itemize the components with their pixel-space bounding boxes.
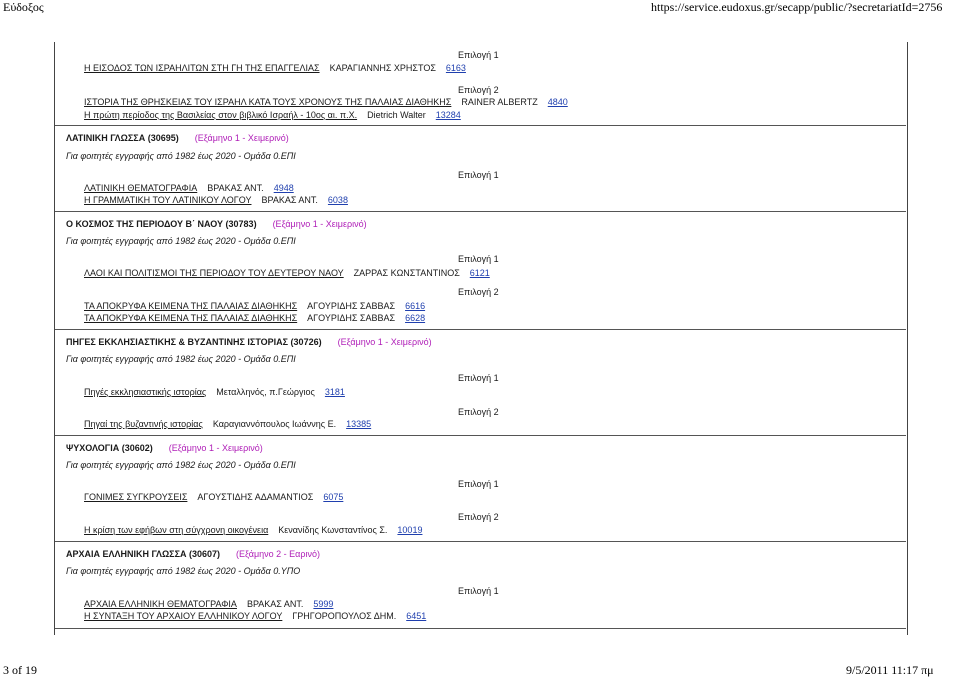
book-code-link[interactable]: 13385 (346, 419, 371, 429)
book-entry: Η ΓΡΑΜΜΑΤΙΚΗ ΤΟΥ ΛΑΤΙΝΙΚΟΥ ΛΟΓΟΥ ΒΡΑΚΑΣ Α… (84, 195, 348, 206)
book-entry: Πηγές εκκλησιαστικής ιστορίας Μεταλληνός,… (84, 387, 345, 398)
book-entry: ΛΑΟΙ ΚΑΙ ΠΟΛΙΤΙΣΜΟΙ ΤΗΣ ΠΕΡΙΟΔΟΥ ΤΟΥ ΔΕΥ… (84, 268, 490, 279)
book-code-link[interactable]: 6038 (328, 195, 348, 205)
section-divider (55, 211, 906, 212)
section-divider (55, 435, 906, 436)
page-counter: 3 of 19 (3, 663, 37, 677)
book-title[interactable]: ΛΑΤΙΝΙΚΗ ΘΕΜΑΤΟΓΡΑΦΙΑ (84, 183, 197, 193)
book-code-link[interactable]: 6628 (405, 313, 425, 323)
book-code-link[interactable]: 4948 (274, 183, 294, 193)
book-entry: ΤΑ ΑΠΟΚΡΥΦΑ ΚΕΙΜΕΝΑ ΤΗΣ ΠΑΛΑΙΑΣ ΔΙΑΘΗΚΗΣ… (84, 301, 425, 312)
choice-label: Επιλογή 2 (458, 287, 499, 297)
book-author: ΒΡΑΚΑΣ ΑΝΤ. (246, 599, 304, 609)
course-semester: (Εξάμηνο 1 - Χειμερινό) (272, 219, 367, 229)
book-entry: ΤΑ ΑΠΟΚΡΥΦΑ ΚΕΙΜΕΝΑ ΤΗΣ ΠΑΛΑΙΑΣ ΔΙΑΘΗΚΗΣ… (84, 313, 425, 324)
course-title: ΨΥΧΟΛΟΓΙΑ (30602) (66, 443, 153, 453)
book-title[interactable]: Πηγές εκκλησιαστικής ιστορίας (84, 387, 206, 397)
course-heading: ΑΡΧΑΙΑ ΕΛΛΗΝΙΚΗ ΓΛΩΣΣΑ (30607) (Εξάμηνο 2… (66, 549, 320, 560)
book-title[interactable]: ΓΟΝΙΜΕΣ ΣΥΓΚΡΟΥΣΕΙΣ (84, 492, 187, 502)
choice-label: Επιλογή 2 (458, 407, 499, 417)
course-note: Για φοιτητές εγγραφής από 1982 έως 2020 … (66, 460, 296, 470)
book-author: Dietrich Walter (367, 110, 426, 120)
book-code-link[interactable]: 10019 (397, 525, 422, 535)
book-author: Μεταλληνός, π.Γεώργιος (216, 387, 315, 397)
print-timestamp: 9/5/2011 11:17 πμ (846, 663, 934, 677)
book-author: ΚΑΡΑΓΙΑΝΝΗΣ ΧΡΗΣΤΟΣ (329, 63, 436, 73)
book-entry: Η κρίση των εφήβων στη σύγχρονη οικογένε… (84, 525, 422, 536)
section-divider (55, 125, 906, 126)
course-semester: (Εξάμηνο 2 - Εαρινό) (235, 549, 321, 559)
book-author: ΒΡΑΚΑΣ ΑΝΤ. (207, 183, 264, 193)
section-divider (55, 541, 906, 542)
course-note: Για φοιτητές εγγραφής από 1982 έως 2020 … (66, 566, 301, 576)
book-code-link[interactable]: 6075 (323, 492, 343, 502)
course-heading: Ο ΚΟΣΜΟΣ ΤΗΣ ΠΕΡΙΟΔΟΥ Β΄ ΝΑΟΥ (30783) (Εξ… (66, 219, 367, 230)
choice-label: Επιλογή 1 (458, 373, 499, 383)
browser-tab-title: Εύδοξος (3, 0, 44, 14)
section-divider (55, 329, 906, 330)
course-title: ΑΡΧΑΙΑ ΕΛΛΗΝΙΚΗ ΓΛΩΣΣΑ (30607) (66, 549, 220, 559)
course-note: Για φοιτητές εγγραφής από 1982 έως 2020 … (66, 151, 296, 161)
book-title[interactable]: Η ΕΙΣΟΔΟΣ ΤΩΝ ΙΣΡΑΗΛΙΤΩΝ ΣΤΗ ΓΗ ΤΗΣ ΕΠΑΓ… (84, 63, 320, 73)
course-semester: (Εξάμηνο 1 - Χειμερινό) (168, 443, 263, 453)
course-note: Για φοιτητές εγγραφής από 1982 έως 2020 … (66, 354, 296, 364)
course-semester: (Εξάμηνο 1 - Χειμερινό) (337, 337, 432, 347)
book-entry: ΙΣΤΟΡΙΑ ΤΗΣ ΘΡΗΣΚΕΙΑΣ ΤΟΥ ΙΣΡΑΗΛ ΚΑΤΑ ΤΟ… (84, 97, 568, 108)
book-code-link[interactable]: 5999 (313, 599, 333, 609)
book-author: ΖΑΡΡΑΣ ΚΩΝΣΤΑΝΤΙΝΟΣ (353, 268, 460, 278)
choice-label: Επιλογή 1 (458, 50, 499, 60)
book-code-link[interactable]: 6616 (405, 301, 425, 311)
course-semester: (Εξάμηνο 1 - Χειμερινό) (194, 133, 289, 143)
choice-label: Επιλογή 1 (458, 254, 499, 264)
course-heading: ΠΗΓΕΣ ΕΚΚΛΗΣΙΑΣΤΙΚΗΣ & ΒΥΖΑΝΤΙΝΗΣ ΙΣΤΟΡΙ… (66, 337, 432, 348)
course-note: Για φοιτητές εγγραφής από 1982 έως 2020 … (66, 236, 296, 246)
course-title: Ο ΚΟΣΜΟΣ ΤΗΣ ΠΕΡΙΟΔΟΥ Β΄ ΝΑΟΥ (30783) (66, 219, 257, 229)
book-author: ΑΓΟΥΣΤΙΔΗΣ ΑΔΑΜΑΝΤΙΟΣ (197, 492, 314, 502)
book-code-link[interactable]: 13284 (436, 110, 461, 120)
book-author: ΓΡΗΓΟΡΟΠΟΥΛΟΣ ΔΗΜ. (292, 611, 397, 621)
book-author: Καραγιαννόπουλος Ιωάννης Ε. (212, 419, 337, 429)
book-code-link[interactable]: 6163 (446, 63, 466, 73)
book-entry: Η πρώτη περίοδος της Βασιλείας στον βιβλ… (84, 110, 461, 121)
book-entry: Η ΣΥΝΤΑΞΗ ΤΟΥ ΑΡΧΑΙΟΥ ΕΛΛΗΝΙΚΟΥ ΛΟΓΟΥ ΓΡΗ… (84, 611, 426, 622)
book-author: ΑΓΟΥΡΙΔΗΣ ΣΑΒΒΑΣ (307, 313, 396, 323)
book-title[interactable]: Η πρώτη περίοδος της Βασιλείας στον βιβλ… (84, 110, 357, 120)
book-title[interactable]: ΛΑΟΙ ΚΑΙ ΠΟΛΙΤΙΣΜΟΙ ΤΗΣ ΠΕΡΙΟΔΟΥ ΤΟΥ ΔΕΥ… (84, 268, 344, 278)
choice-label: Επιλογή 1 (458, 479, 499, 489)
book-entry: Πηγαί της βυζαντινής ιστορίας Καραγιαννόπ… (84, 419, 371, 430)
book-title[interactable]: Η κρίση των εφήβων στη σύγχρονη οικογένε… (84, 525, 268, 535)
book-title[interactable]: ΤΑ ΑΠΟΚΡΥΦΑ ΚΕΙΜΕΝΑ ΤΗΣ ΠΑΛΑΙΑΣ ΔΙΑΘΗΚΗΣ (84, 301, 297, 311)
book-code-link[interactable]: 4840 (548, 97, 568, 107)
book-entry: ΑΡΧΑΙΑ ΕΛΛΗΝΙΚΗ ΘΕΜΑΤΟΓΡΑΦΙΑ ΒΡΑΚΑΣ ΑΝΤ. 5… (84, 599, 333, 610)
book-author: ΑΓΟΥΡΙΔΗΣ ΣΑΒΒΑΣ (307, 301, 396, 311)
course-heading: ΨΥΧΟΛΟΓΙΑ (30602) (Εξάμηνο 1 - Χειμερινό) (66, 443, 263, 454)
book-title[interactable]: ΤΑ ΑΠΟΚΡΥΦΑ ΚΕΙΜΕΝΑ ΤΗΣ ΠΑΛΑΙΑΣ ΔΙΑΘΗΚΗΣ (84, 313, 297, 323)
page-url: https://service.eudoxus.gr/secapp/public… (651, 0, 943, 14)
book-title[interactable]: ΑΡΧΑΙΑ ΕΛΛΗΝΙΚΗ ΘΕΜΑΤΟΓΡΑΦΙΑ (84, 599, 237, 609)
section-divider (55, 628, 906, 629)
course-title: ΠΗΓΕΣ ΕΚΚΛΗΣΙΑΣΤΙΚΗΣ & ΒΥΖΑΝΤΙΝΗΣ ΙΣΤΟΡΙ… (66, 337, 322, 347)
choice-label: Επιλογή 1 (458, 586, 499, 596)
book-author: ΒΡΑΚΑΣ ΑΝΤ. (261, 195, 318, 205)
book-title[interactable]: Πηγαί της βυζαντινής ιστορίας (84, 419, 203, 429)
course-title: ΛΑΤΙΝΙΚΗ ΓΛΩΣΣΑ (30695) (66, 133, 179, 143)
book-code-link[interactable]: 3181 (325, 387, 345, 397)
book-title[interactable]: Η ΣΥΝΤΑΞΗ ΤΟΥ ΑΡΧΑΙΟΥ ΕΛΛΗΝΙΚΟΥ ΛΟΓΟΥ (84, 611, 282, 621)
book-title[interactable]: Η ΓΡΑΜΜΑΤΙΚΗ ΤΟΥ ΛΑΤΙΝΙΚΟΥ ΛΟΓΟΥ (84, 195, 251, 205)
choice-label: Επιλογή 2 (458, 85, 499, 95)
book-author: RAINER ALBERTZ (461, 97, 538, 107)
book-entry: Η ΕΙΣΟΔΟΣ ΤΩΝ ΙΣΡΑΗΛΙΤΩΝ ΣΤΗ ΓΗ ΤΗΣ ΕΠΑΓ… (84, 63, 466, 74)
choice-label: Επιλογή 2 (458, 512, 499, 522)
course-heading: ΛΑΤΙΝΙΚΗ ΓΛΩΣΣΑ (30695) (Εξάμηνο 1 - Χειμ… (66, 133, 289, 144)
choice-label: Επιλογή 1 (458, 170, 499, 180)
book-author: Κενανίδης Κωνσταντίνος Σ. (278, 525, 388, 535)
book-entry: ΛΑΤΙΝΙΚΗ ΘΕΜΑΤΟΓΡΑΦΙΑ ΒΡΑΚΑΣ ΑΝΤ. 4948 (84, 183, 294, 194)
book-title[interactable]: ΙΣΤΟΡΙΑ ΤΗΣ ΘΡΗΣΚΕΙΑΣ ΤΟΥ ΙΣΡΑΗΛ ΚΑΤΑ ΤΟ… (84, 97, 451, 107)
book-code-link[interactable]: 6451 (406, 611, 426, 621)
book-code-link[interactable]: 6121 (470, 268, 490, 278)
book-entry: ΓΟΝΙΜΕΣ ΣΥΓΚΡΟΥΣΕΙΣ ΑΓΟΥΣΤΙΔΗΣ ΑΔΑΜΑΝΤΙΟΣ… (84, 492, 343, 503)
